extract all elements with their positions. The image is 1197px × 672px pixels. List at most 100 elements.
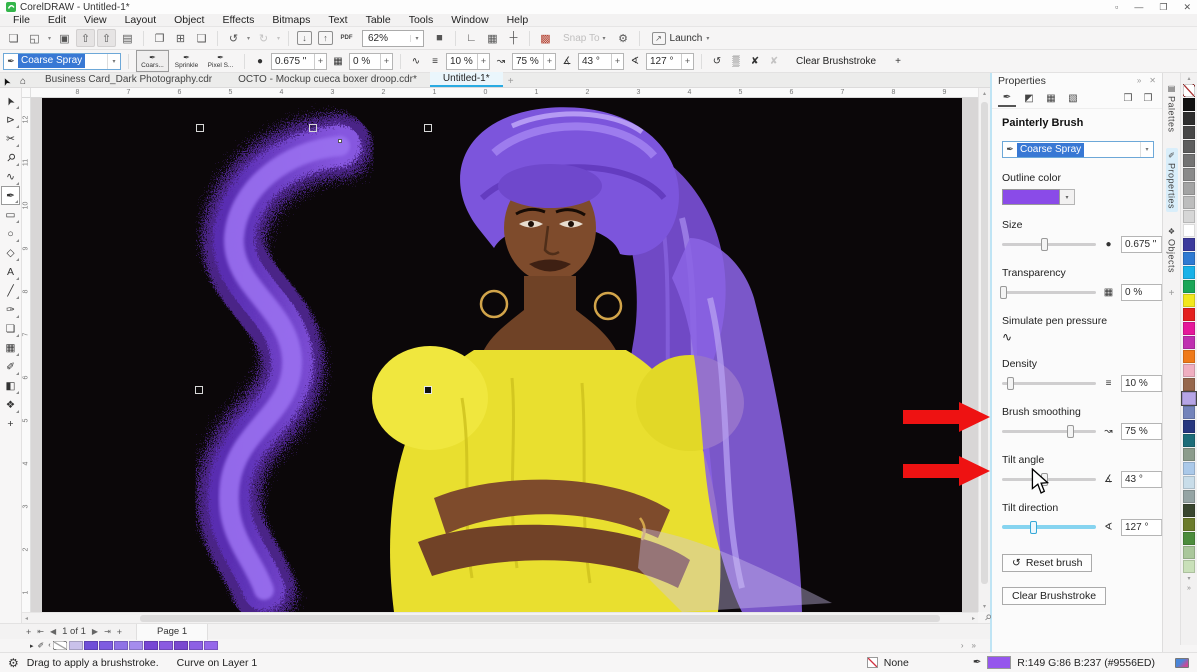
panel-frame-icon[interactable]: ❒ <box>1120 90 1136 106</box>
cloud-open-button[interactable]: ⇧ <box>76 29 95 47</box>
status-gear-icon[interactable]: ⚙ <box>8 656 19 670</box>
selection-handle[interactable] <box>424 124 432 132</box>
close-docker-icon[interactable]: ✕ <box>1149 76 1156 85</box>
panel-page-icon[interactable]: ❐ <box>1140 90 1156 106</box>
palette-color-swatch[interactable] <box>1183 490 1195 503</box>
slider-thumb[interactable] <box>1067 425 1074 438</box>
slider-thumb[interactable] <box>1007 377 1014 390</box>
document-palette-swatch[interactable] <box>189 641 203 650</box>
duplicate-button[interactable]: ⊞ <box>171 29 190 47</box>
marquee-icon[interactable]: ▒ <box>728 56 744 67</box>
stepper-icon[interactable]: + <box>314 54 326 69</box>
menu-item[interactable]: Text <box>319 14 356 27</box>
page-tab[interactable]: Page 1 <box>136 624 208 640</box>
cloud-save-button[interactable]: ⇧ <box>97 29 116 47</box>
document-palette-swatch[interactable] <box>129 641 143 650</box>
stepper-icon[interactable]: + <box>681 54 693 69</box>
density-slider[interactable] <box>1002 376 1096 390</box>
palette-color-swatch[interactable] <box>1183 336 1195 349</box>
display-settings-icon[interactable] <box>1175 658 1189 668</box>
coarse-spray-button[interactable]: ✒ Coars... <box>136 50 169 72</box>
palette-color-swatch[interactable] <box>1183 126 1195 139</box>
crop-tool[interactable]: ✂ <box>1 129 20 148</box>
palette-color-swatch[interactable] <box>1183 112 1195 125</box>
palette-color-swatch[interactable] <box>1183 182 1195 195</box>
brush-preset-combo-panel[interactable]: ✒ Coarse Spray ▾ <box>1002 141 1154 158</box>
palette-color-swatch[interactable] <box>1183 238 1195 251</box>
slider-thumb[interactable] <box>1030 521 1037 534</box>
palette-color-swatch[interactable] <box>1183 196 1195 209</box>
canvas-zoom-button[interactable]: ⚲ <box>980 612 996 623</box>
palette-color-swatch[interactable] <box>1183 252 1195 265</box>
palette-color-swatch[interactable] <box>1183 154 1195 167</box>
copy-button[interactable]: ❐ <box>150 29 169 47</box>
size-slider[interactable] <box>1002 237 1096 251</box>
full-screen-button[interactable]: ■ <box>430 29 449 47</box>
home-icon[interactable]: ⌂ <box>14 76 32 87</box>
panel-tab-transparency[interactable]: ▦ <box>1042 89 1060 107</box>
redo-dropdown[interactable]: ▾ <box>275 29 282 47</box>
menu-item[interactable]: Help <box>498 14 538 27</box>
palette-color-swatch[interactable] <box>1183 280 1195 293</box>
palette-scroll-right-icon[interactable]: › <box>961 641 964 650</box>
palette-color-swatch[interactable] <box>1183 504 1195 517</box>
shape-tool[interactable]: ⊳ <box>1 110 20 129</box>
pen-pressure-toggle[interactable]: ∿ <box>1002 330 1020 344</box>
scroll-left-icon[interactable]: ◂ <box>25 613 28 623</box>
export-button[interactable]: ↑ <box>318 31 333 45</box>
palette-color-swatch[interactable] <box>1183 546 1195 559</box>
transparency-field[interactable]: 0 % + <box>349 53 393 70</box>
palette-scroll-down-icon[interactable]: ▾ <box>1187 575 1190 583</box>
import-button[interactable]: ↓ <box>297 31 312 45</box>
launch-dropdown[interactable]: ↗ Launch ▾ <box>646 32 716 45</box>
panel-tab-fill[interactable]: ◩ <box>1020 89 1038 107</box>
palette-color-swatch[interactable] <box>1183 560 1195 573</box>
document-palette-swatch[interactable] <box>174 641 188 650</box>
transparency-slider[interactable] <box>1002 285 1096 299</box>
palette-color-swatch[interactable] <box>1183 378 1195 391</box>
selection-handle[interactable] <box>309 124 317 132</box>
artistic-media-tool[interactable]: ✑ <box>1 300 20 319</box>
document-tab-business-card[interactable]: Business Card_Dark Photography.cdr <box>32 72 225 87</box>
show-grid-button[interactable]: ▦ <box>483 29 502 47</box>
slider-thumb[interactable] <box>1000 286 1007 299</box>
drop-shadow-tool[interactable]: ❏ <box>1 319 20 338</box>
zoom-level-combo[interactable]: 62% ▾ <box>362 30 424 47</box>
horizontal-ruler[interactable]: 876543210123456789 <box>31 88 978 98</box>
ellipse-tool[interactable]: ○ <box>1 224 20 243</box>
painterly-brush-tool[interactable]: ✒ <box>1 186 20 205</box>
chevron-down-icon[interactable]: ▾ <box>410 35 423 42</box>
document-palette-swatch[interactable] <box>159 641 173 650</box>
collapse-docker-icon[interactable]: » <box>1137 76 1141 85</box>
menu-item[interactable]: Tools <box>400 14 443 27</box>
chevron-down-icon[interactable]: ▾ <box>1140 142 1153 157</box>
reset-brush-button[interactable]: ↺ Reset brush <box>1002 554 1092 572</box>
palette-color-swatch[interactable] <box>1183 224 1195 237</box>
density-field[interactable]: 10 % + <box>446 53 490 70</box>
palette-more-icon[interactable]: » <box>972 641 976 650</box>
palette-color-swatch[interactable] <box>1183 364 1195 377</box>
palette-color-swatch[interactable] <box>1183 434 1195 447</box>
docker-tab-properties[interactable]: ✐ Properties <box>1166 148 1178 212</box>
add-docker-icon[interactable]: + <box>1169 288 1175 299</box>
last-page-icon[interactable]: ⇥ <box>104 627 111 636</box>
print-button[interactable]: ▤ <box>118 29 137 47</box>
photo-object[interactable] <box>42 98 962 612</box>
palette-scroll-up-icon[interactable]: ▴ <box>1187 75 1190 83</box>
horizontal-scrollbar[interactable]: ◂ ▸ <box>22 612 978 623</box>
palette-color-swatch[interactable] <box>1183 532 1195 545</box>
palette-scroll-left-icon[interactable]: ‹ <box>48 642 50 649</box>
no-color-swatch[interactable] <box>1183 84 1195 97</box>
document-palette-swatch[interactable] <box>114 641 128 650</box>
pen-pressure-icon[interactable]: ∿ <box>408 56 424 67</box>
next-page-icon[interactable]: ▶ <box>92 627 98 636</box>
stepper-icon[interactable]: + <box>477 54 489 69</box>
docker-tab-objects[interactable]: ❖ Objects <box>1166 224 1178 276</box>
pick-tool[interactable]: ➤ <box>1 91 20 110</box>
new-document-button[interactable]: ❏ <box>4 29 23 47</box>
eyedropper-icon[interactable]: ✐ <box>38 641 45 650</box>
new-tab-button[interactable]: + <box>503 76 519 87</box>
text-tool[interactable]: A <box>1 262 20 281</box>
add-page-button-2[interactable]: + <box>117 627 122 637</box>
palette-color-swatch[interactable] <box>1183 294 1195 307</box>
